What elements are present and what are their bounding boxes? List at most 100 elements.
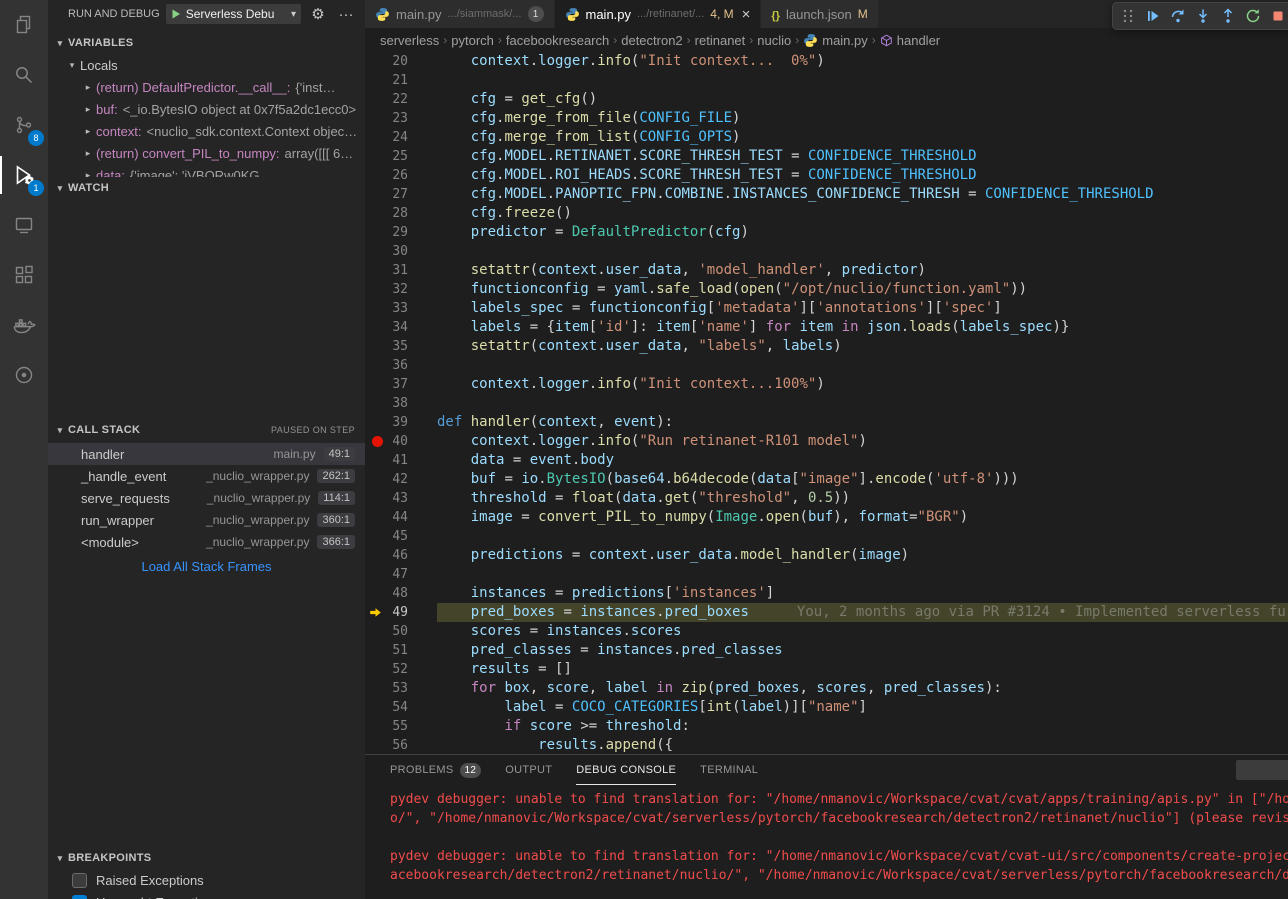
step-into-button[interactable] <box>1190 5 1215 27</box>
line-gutter[interactable]: 35 <box>365 337 437 356</box>
code-text[interactable]: pred_boxes = instances.pred_boxesYou, 2 … <box>437 603 1288 622</box>
code-text[interactable]: labels_spec = functionconfig['metadata']… <box>437 299 1288 318</box>
activity-item-source-control[interactable]: 8 <box>0 100 48 150</box>
line-gutter[interactable]: 20 <box>365 52 437 71</box>
line-gutter[interactable]: 45 <box>365 527 437 546</box>
activity-item-extensions[interactable] <box>0 250 48 300</box>
code-text[interactable]: cfg.merge_from_list(CONFIG_OPTS) <box>437 128 1288 147</box>
code-text[interactable] <box>437 242 1288 261</box>
line-gutter[interactable]: 36 <box>365 356 437 375</box>
line-gutter[interactable]: 40 <box>365 432 437 451</box>
call-stack-section-header[interactable]: ▾ CALL STACK PAUSED ON STEP <box>48 419 365 441</box>
line-gutter[interactable]: 33 <box>365 299 437 318</box>
line-gutter[interactable]: 23 <box>365 109 437 128</box>
activity-item-docker[interactable] <box>0 300 48 350</box>
line-gutter[interactable]: 44 <box>365 508 437 527</box>
activity-item-run-debug[interactable]: 1 <box>0 150 48 200</box>
code-text[interactable]: cfg = get_cfg() <box>437 90 1288 109</box>
code-text[interactable]: context.logger.info("Init context...100%… <box>437 375 1288 394</box>
code-text[interactable] <box>437 527 1288 546</box>
line-gutter[interactable]: 25 <box>365 147 437 166</box>
editor-tab[interactable]: {}launch.jsonM <box>761 0 878 28</box>
code-text[interactable]: if score >= threshold: <box>437 717 1288 736</box>
breadcrumb-item[interactable]: detectron2 <box>621 33 682 48</box>
code-text[interactable]: data = event.body <box>437 451 1288 470</box>
code-text[interactable]: predictions = context.user_data.model_ha… <box>437 546 1288 565</box>
breadcrumb-item[interactable]: pytorch <box>451 33 494 48</box>
code-text[interactable]: image = convert_PIL_to_numpy(Image.open(… <box>437 508 1288 527</box>
line-gutter[interactable]: 49 <box>365 603 437 622</box>
line-gutter[interactable]: 32 <box>365 280 437 299</box>
breakpoint-icon[interactable] <box>372 436 383 447</box>
line-gutter[interactable]: 29 <box>365 223 437 242</box>
variable-row[interactable]: ▸buf:<_io.BytesIO object at 0x7f5a2dc1ec… <box>48 98 365 120</box>
panel-tab-output[interactable]: OUTPUT <box>505 755 552 785</box>
code-text[interactable]: cfg.freeze() <box>437 204 1288 223</box>
breakpoints-section-header[interactable]: ▾ BREAKPOINTS <box>48 847 365 869</box>
line-gutter[interactable]: 50 <box>365 622 437 641</box>
watch-section-header[interactable]: ▾ WATCH <box>48 177 365 199</box>
variable-row[interactable]: ▸data:{'image': 'iVBORw0KG… <box>48 164 365 177</box>
line-gutter[interactable]: 52 <box>365 660 437 679</box>
line-gutter[interactable]: 55 <box>365 717 437 736</box>
code-text[interactable]: label = COCO_CATEGORIES[int(label)]["nam… <box>437 698 1288 717</box>
variable-row[interactable]: ▸(return) convert_PIL_to_numpy:array([[[… <box>48 142 365 164</box>
breadcrumb-item[interactable]: serverless <box>380 33 439 48</box>
line-gutter[interactable]: 31 <box>365 261 437 280</box>
activity-item-status-circle[interactable] <box>0 350 48 400</box>
editor-tab[interactable]: main.py.../siammask/...1 <box>365 0 555 28</box>
line-gutter[interactable]: 43 <box>365 489 437 508</box>
line-gutter[interactable]: 39 <box>365 413 437 432</box>
line-gutter[interactable]: 42 <box>365 470 437 489</box>
stack-frame[interactable]: run_wrapper_nuclio_wrapper.py360:1 <box>48 509 365 531</box>
code-text[interactable]: pred_classes = instances.pred_classes <box>437 641 1288 660</box>
restart-button[interactable] <box>1240 5 1265 27</box>
code-text[interactable]: results = [] <box>437 660 1288 679</box>
code-text[interactable] <box>437 394 1288 413</box>
code-text[interactable]: context.logger.info("Init context... 0%"… <box>437 52 1288 71</box>
step-out-button[interactable] <box>1215 5 1240 27</box>
activity-item-explorer[interactable] <box>0 0 48 50</box>
line-gutter[interactable]: 24 <box>365 128 437 147</box>
variable-row[interactable]: ▸(return) DefaultPredictor.__call__:{'in… <box>48 76 365 98</box>
line-gutter[interactable]: 54 <box>365 698 437 717</box>
line-gutter[interactable]: 22 <box>365 90 437 109</box>
console-filter-input[interactable] <box>1236 760 1288 780</box>
code-text[interactable]: threshold = float(data.get("threshold", … <box>437 489 1288 508</box>
line-gutter[interactable]: 46 <box>365 546 437 565</box>
debug-config-dropdown[interactable]: Serverless Debu ▾ <box>166 4 301 24</box>
line-gutter[interactable]: 38 <box>365 394 437 413</box>
code-text[interactable] <box>437 565 1288 584</box>
code-text[interactable]: cfg.MODEL.PANOPTIC_FPN.COMBINE.INSTANCES… <box>437 185 1288 204</box>
load-all-stack-frames-link[interactable]: Load All Stack Frames <box>48 559 365 574</box>
stack-frame[interactable]: <module>_nuclio_wrapper.py366:1 <box>48 531 365 553</box>
code-text[interactable]: buf = io.BytesIO(base64.b64decode(data["… <box>437 470 1288 489</box>
variables-scope-locals[interactable]: ▾ Locals <box>48 54 365 76</box>
stack-frame[interactable]: _handle_event_nuclio_wrapper.py262:1 <box>48 465 365 487</box>
code-text[interactable]: def handler(context, event): <box>437 413 1288 432</box>
breadcrumb-item[interactable]: retinanet <box>695 33 746 48</box>
code-text[interactable]: cfg.merge_from_file(CONFIG_FILE) <box>437 109 1288 128</box>
code-text[interactable]: context.logger.info("Run retinanet-R101 … <box>437 432 1288 451</box>
code-text[interactable]: predictor = DefaultPredictor(cfg) <box>437 223 1288 242</box>
code-text[interactable]: scores = instances.scores <box>437 622 1288 641</box>
line-gutter[interactable]: 37 <box>365 375 437 394</box>
line-gutter[interactable]: 41 <box>365 451 437 470</box>
breakpoint-row[interactable]: ✓Uncaught Exceptions <box>48 891 365 899</box>
breadcrumb-item[interactable]: handler <box>880 33 940 48</box>
stop-button[interactable] <box>1265 5 1288 27</box>
code-text[interactable]: functionconfig = yaml.safe_load(open("/o… <box>437 280 1288 299</box>
code-text[interactable]: instances = predictions['instances'] <box>437 584 1288 603</box>
activity-item-remote[interactable] <box>0 200 48 250</box>
code-text[interactable]: cfg.MODEL.ROI_HEADS.SCORE_THRESH_TEST = … <box>437 166 1288 185</box>
line-gutter[interactable]: 27 <box>365 185 437 204</box>
code-text[interactable]: setattr(context.user_data, 'model_handle… <box>437 261 1288 280</box>
editor-tab[interactable]: main.py.../retinanet/...4, M× <box>555 0 762 28</box>
code-text[interactable]: results.append({ <box>437 736 1288 754</box>
code-text[interactable]: labels = {item['id']: item['name'] for i… <box>437 318 1288 337</box>
checkbox[interactable] <box>72 873 87 888</box>
breakpoint-row[interactable]: Raised Exceptions <box>48 869 365 891</box>
more-actions-icon[interactable]: ··· <box>335 6 357 23</box>
panel-tab-problems[interactable]: PROBLEMS12 <box>390 755 481 785</box>
line-gutter[interactable]: 48 <box>365 584 437 603</box>
